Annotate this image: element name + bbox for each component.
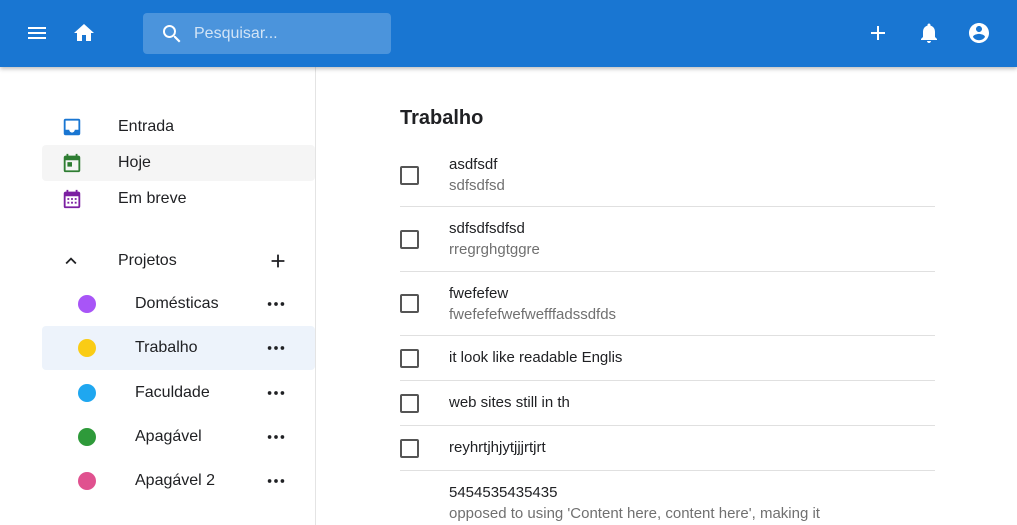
more-horizontal-icon[interactable] (265, 382, 287, 404)
sidebar-item-entrada[interactable]: Entrada (42, 109, 315, 145)
task-title: it look like readable Englis (449, 349, 623, 366)
project-label: Domésticas (135, 295, 219, 312)
chevron-up-icon[interactable] (60, 250, 82, 272)
project-item-domesticas[interactable]: Domésticas (42, 282, 315, 326)
add-project-icon[interactable] (267, 250, 289, 272)
projects-header: Projetos (42, 243, 315, 279)
project-item-apagavel-2[interactable]: Apagável 2 (42, 459, 315, 503)
task-item[interactable]: sdfsdfsdfsd rregrghgtggre (400, 207, 935, 272)
task-checkbox[interactable] (400, 230, 419, 249)
task-item[interactable]: reyhrtjhjytjjjrtjrt (400, 426, 935, 471)
task-description: sdfsdfsd (449, 177, 505, 194)
top-app-bar (0, 0, 1017, 67)
task-item[interactable]: it look like readable Englis (400, 336, 935, 381)
home-icon[interactable] (72, 21, 96, 45)
task-item[interactable]: web sites still in th (400, 381, 935, 426)
task-checkbox[interactable] (400, 166, 419, 185)
more-horizontal-icon[interactable] (265, 426, 287, 448)
project-color-dot (78, 472, 96, 490)
notifications-bell-icon[interactable] (917, 21, 941, 45)
sidebar: Entrada Hoje Em breve Projetos Doméstica… (0, 67, 316, 525)
main-content: Trabalho asdfsdf sdfsdfsd sdfsdfsdfsd rr… (317, 67, 1017, 525)
task-checkbox[interactable] (400, 439, 419, 458)
project-label: Faculdade (135, 384, 210, 401)
task-description: opposed to using 'Content here, content … (449, 505, 820, 522)
more-horizontal-icon[interactable] (265, 337, 287, 359)
search-icon (163, 24, 181, 42)
task-item[interactable]: 5454535435435 opposed to using 'Content … (400, 471, 935, 525)
search-input[interactable] (194, 24, 374, 43)
calendar-month-icon (61, 188, 83, 210)
search-bar[interactable] (143, 13, 391, 54)
project-label: Apagável 2 (135, 472, 216, 489)
task-title: fwefefew (449, 285, 509, 302)
more-horizontal-icon[interactable] (265, 293, 287, 315)
calendar-today-icon (61, 152, 83, 174)
projects-label: Projetos (118, 252, 177, 269)
inbox-icon (61, 116, 83, 138)
project-color-dot (78, 295, 96, 313)
project-item-faculdade[interactable]: Faculdade (42, 371, 315, 415)
project-item-trabalho[interactable]: Trabalho (42, 326, 315, 370)
task-title: reyhrtjhjytjjjrtjrt (449, 439, 546, 456)
sidebar-item-label: Em breve (118, 190, 187, 207)
task-checkbox[interactable] (400, 394, 419, 413)
project-color-dot (78, 339, 96, 357)
task-checkbox[interactable] (400, 349, 419, 368)
more-horizontal-icon[interactable] (265, 470, 287, 492)
task-description: fwefefefwefwefffadssdfds (449, 306, 617, 323)
project-item-apagavel[interactable]: Apagável (42, 415, 315, 459)
project-label: Trabalho (135, 339, 198, 356)
sidebar-item-label: Entrada (118, 118, 175, 135)
task-item[interactable]: asdfsdf sdfsdfsd (400, 151, 935, 207)
project-color-dot (78, 428, 96, 446)
project-color-dot (78, 384, 96, 402)
task-description: rregrghgtggre (449, 241, 540, 258)
sidebar-item-em-breve[interactable]: Em breve (42, 181, 315, 217)
sidebar-item-hoje[interactable]: Hoje (42, 145, 315, 181)
task-title: web sites still in th (449, 394, 570, 411)
project-label: Apagável (135, 428, 202, 445)
add-icon[interactable] (866, 21, 890, 45)
page-title: Trabalho (400, 107, 484, 129)
account-circle-icon[interactable] (967, 21, 991, 45)
task-checkbox[interactable] (400, 294, 419, 313)
task-title: 5454535435435 (449, 484, 558, 501)
task-title: sdfsdfsdfsd (449, 220, 525, 237)
task-title: asdfsdf (449, 156, 498, 173)
task-item[interactable]: fwefefew fwefefefwefwefffadssdfds (400, 272, 935, 336)
sidebar-item-label: Hoje (118, 154, 151, 171)
menu-icon[interactable] (25, 21, 49, 45)
